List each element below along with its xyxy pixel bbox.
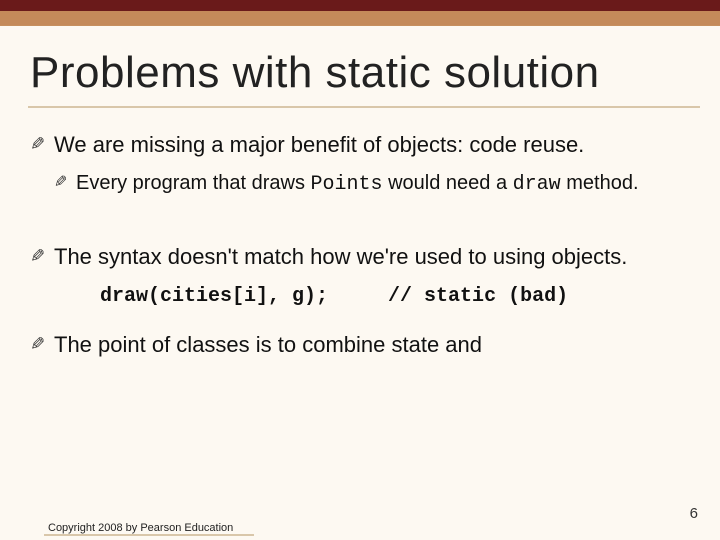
code-snippet: draw(cities[i], g); // static (bad)	[100, 285, 710, 308]
bullet: The syntax doesn't match how we're used …	[30, 242, 710, 272]
page-number: 6	[690, 505, 698, 522]
slide-content: We are missing a major benefit of object…	[30, 130, 710, 370]
decorative-top-border	[0, 0, 720, 20]
bullet: The point of classes is to combine state…	[30, 330, 710, 360]
footer-underline	[44, 534, 254, 536]
slide-title: Problems with static solution	[30, 48, 700, 98]
title-underline	[28, 106, 700, 108]
bullet: We are missing a major benefit of object…	[30, 130, 710, 160]
copyright-footer: Copyright 2008 by Pearson Education	[48, 522, 233, 534]
slide: Problems with static solution We are mis…	[0, 0, 720, 540]
sub-bullet: Every program that draws Points would ne…	[30, 170, 710, 198]
